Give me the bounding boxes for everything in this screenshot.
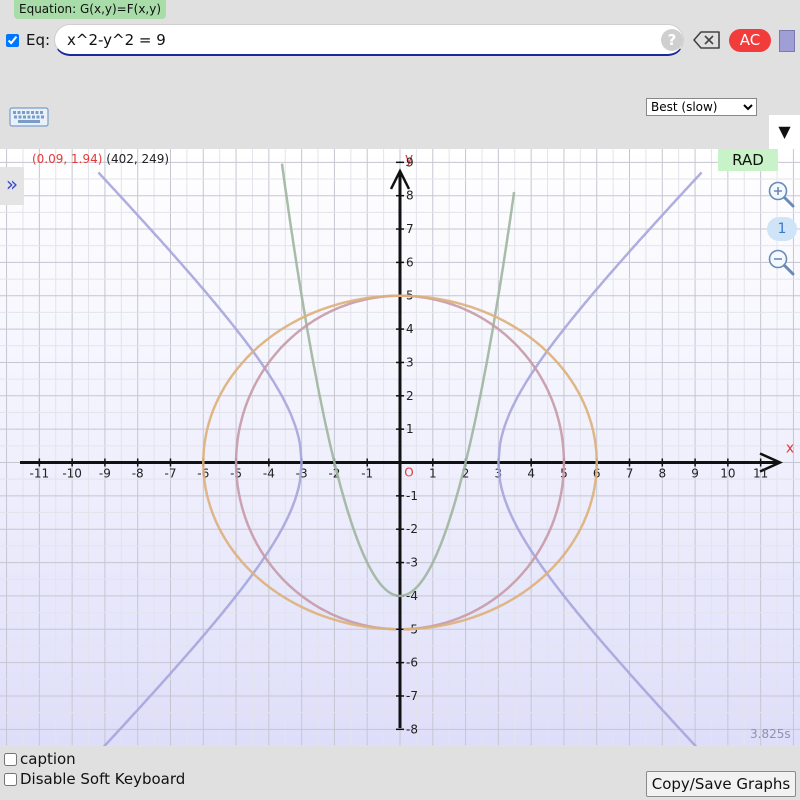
- y-tick-label: 3: [406, 355, 414, 369]
- zoom-out-icon[interactable]: [766, 247, 796, 277]
- x-axis-label: x: [786, 441, 794, 457]
- x-tick-label: 9: [691, 467, 699, 481]
- y-tick-label: -7: [406, 689, 418, 703]
- clear-all-button[interactable]: AC: [729, 29, 771, 52]
- backspace-icon[interactable]: [692, 29, 722, 51]
- soft-keyboard-checkbox[interactable]: [4, 772, 17, 786]
- y-tick-label: -2: [406, 522, 418, 536]
- hyperbola-right-branch: [497, 171, 703, 746]
- y-tick-label: 6: [406, 255, 414, 269]
- y-tick-label: 4: [406, 322, 414, 336]
- y-tick-label: 7: [406, 222, 414, 236]
- equation-input[interactable]: [54, 24, 684, 56]
- caption-toggle[interactable]: caption: [4, 750, 76, 768]
- angle-mode-toggle[interactable]: RAD: [718, 149, 778, 171]
- x-tick-label: -4: [263, 467, 275, 481]
- x-tick-label: 4: [527, 467, 535, 481]
- copy-save-graphs-button[interactable]: Copy/Save Graphs: [646, 771, 796, 797]
- graph-plot: xyO-11 -10 -9 -8 -7 -6 -5 -4 -3 -2 -1 1 2 3 4 5 6 7 8 9 10 11…: [0, 149, 800, 746]
- soft-keyboard-label: Disable Soft Keyboard: [20, 770, 186, 788]
- render-timing: 3.825s: [750, 727, 791, 741]
- y-tick-label: 2: [406, 389, 414, 403]
- menu-toggle-button[interactable]: ▼: [769, 115, 800, 149]
- soft-keyboard-toggle[interactable]: Disable Soft Keyboard: [4, 770, 185, 788]
- expand-panel-button[interactable]: »: [0, 167, 24, 205]
- y-tick-label: -6: [406, 656, 418, 670]
- caption-checkbox[interactable]: [4, 752, 17, 766]
- keyboard-icon[interactable]: [9, 106, 49, 128]
- zoom-in-icon[interactable]: [766, 179, 796, 209]
- x-tick-label: 10: [720, 467, 735, 481]
- caption-label: caption: [20, 750, 76, 768]
- equation-type-label: Equation: G(x,y)=F(x,y): [14, 0, 167, 19]
- y-tick-label: -3: [406, 556, 418, 570]
- coordinate-pixel: (402, 249): [106, 152, 170, 166]
- x-tick-label: -7: [165, 467, 177, 481]
- zoom-reset-button[interactable]: 1: [767, 217, 797, 241]
- y-tick-label: 1: [406, 422, 414, 436]
- y-tick-label: -1: [406, 489, 418, 503]
- y-tick-label: 9: [406, 155, 414, 169]
- help-button[interactable]: ?: [661, 29, 683, 51]
- equation-enabled-checkbox[interactable]: [6, 34, 19, 47]
- hyperbola-left-branch: [97, 171, 303, 746]
- x-tick-label: -9: [99, 467, 111, 481]
- origin-label: O: [404, 466, 413, 480]
- x-tick-label: 1: [429, 467, 437, 481]
- graph-canvas[interactable]: x y O -11 -10 -9 -8 -7 -6 -5 -4 -3 -2 -1 1 2 3 4 5 6 7 8 9 10 11…: [0, 149, 800, 746]
- eq-prefix-label: Eq:: [26, 31, 51, 49]
- x-tick-label: -8: [132, 467, 144, 481]
- x-tick-label: 8: [658, 467, 666, 481]
- coordinate-readout: (0.09, 1.94) (402, 249): [32, 152, 169, 166]
- x-tick-label: 7: [626, 467, 634, 481]
- x-tick-label: 11: [753, 467, 768, 481]
- coordinate-value: (0.09, 1.94): [32, 152, 103, 166]
- render-quality-select[interactable]: Best (slow): [646, 98, 757, 116]
- x-tick-label: -1: [361, 467, 373, 481]
- y-tick-label: -8: [406, 722, 418, 736]
- color-swatch[interactable]: [779, 30, 795, 52]
- x-tick-label: -10: [62, 467, 82, 481]
- x-tick-label: -11: [30, 467, 50, 481]
- y-tick-label: 8: [406, 189, 414, 203]
